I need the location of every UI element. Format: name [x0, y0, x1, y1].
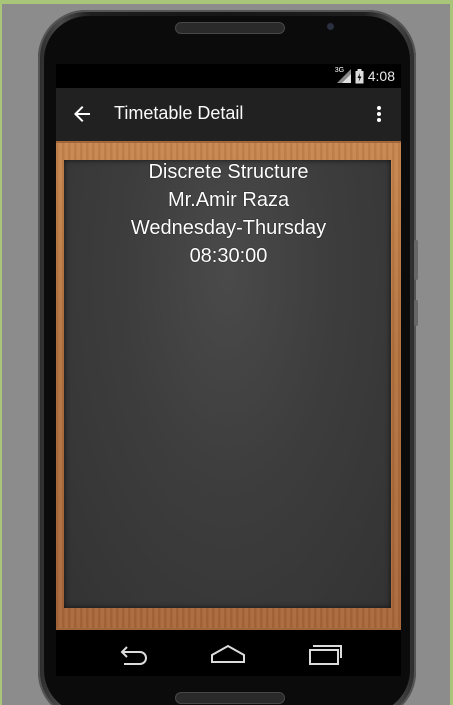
status-icons: 3G 4:08: [335, 67, 395, 85]
course-name: Discrete Structure: [148, 161, 309, 183]
top-speaker: [175, 22, 285, 34]
nav-home-icon[interactable]: [208, 640, 248, 668]
arrow-back-icon[interactable]: [70, 102, 94, 126]
volume-button[interactable]: [414, 240, 418, 280]
nav-back-icon[interactable]: [112, 640, 152, 668]
status-time: 4:08: [367, 68, 395, 84]
nav-recents-icon[interactable]: [304, 640, 344, 668]
device-screen: 3G 4:08 Timetable Detail Discrete Struct…: [56, 64, 401, 676]
page-title: Timetable Detail: [114, 103, 244, 123]
emulator-border-left: [0, 0, 2, 705]
emulator-border-top: [0, 0, 453, 4]
class-days: Wednesday-Thursday: [130, 217, 327, 239]
bottom-speaker: [175, 692, 285, 704]
timetable-detail-text: Discrete Structure Mr.Amir Raza Wednesda…: [56, 141, 401, 270]
battery-icon: [355, 68, 364, 84]
signal-icon: 3G: [335, 67, 351, 83]
app-bar: Timetable Detail: [56, 88, 401, 141]
teacher-name: Mr.Amir Raza: [167, 189, 290, 211]
status-bar: 3G 4:08: [56, 64, 401, 88]
emulator-page: 3G 4:08 Timetable Detail Discrete Struct…: [0, 0, 453, 705]
front-camera: [327, 23, 334, 30]
more-vert-icon[interactable]: [369, 102, 389, 126]
navigation-bar: [56, 630, 401, 676]
detail-content: Discrete Structure Mr.Amir Raza Wednesda…: [56, 141, 401, 630]
class-time: 08:30:00: [189, 245, 268, 267]
power-button[interactable]: [414, 300, 418, 326]
